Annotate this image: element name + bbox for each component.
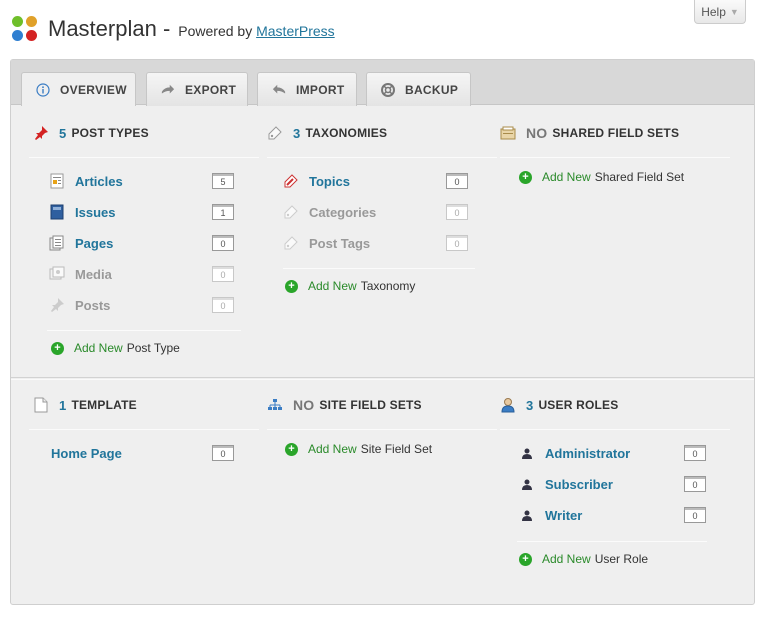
page-title: Masterplan - [48, 16, 171, 41]
tag-icon [283, 204, 299, 220]
pin-icon [49, 297, 65, 313]
tag-icon [283, 235, 299, 251]
taxonomies-heading: 3 TAXONOMIES [267, 125, 387, 141]
import-arrow-icon [272, 83, 286, 97]
template-page-icon [33, 397, 49, 413]
post-type-pages[interactable]: Pages [49, 233, 113, 253]
taxonomy-post-tags[interactable]: Post Tags [283, 233, 370, 253]
tab-export[interactable]: EXPORT [146, 72, 248, 106]
tab-overview[interactable]: OVERVIEW [21, 72, 136, 106]
lifebuoy-icon [381, 82, 395, 97]
divider [29, 429, 259, 430]
user-role-administrator[interactable]: Administrator [519, 443, 630, 463]
tag-icon [267, 125, 283, 141]
masterpress-logo-icon [12, 16, 38, 42]
count-badge: 0 [446, 173, 468, 189]
help-button[interactable]: Help ▼ [694, 0, 746, 24]
count-badge: 0 [684, 445, 706, 461]
user-silhouette-icon [519, 476, 535, 492]
count-badge: 0 [446, 204, 468, 220]
site-field-sets-heading: NO SITE FIELD SETS [267, 397, 422, 413]
user-silhouette-icon [519, 445, 535, 461]
add-new-taxonomy-link[interactable]: + Add New Taxonomy [285, 279, 415, 293]
shared-field-sets-heading: NO SHARED FIELD SETS [500, 125, 679, 141]
divider [283, 268, 475, 269]
post-type-posts[interactable]: Posts [49, 295, 110, 315]
tab-import[interactable]: IMPORT [257, 72, 357, 106]
book-icon [49, 204, 65, 220]
tab-bar: OVERVIEW EXPORT IMPORT BACKUP [11, 60, 754, 106]
divider [267, 429, 497, 430]
add-new-post-type-link[interactable]: + Add New Post Type [51, 341, 180, 355]
sitemap-icon [267, 397, 283, 413]
post-type-media[interactable]: Media [49, 264, 112, 284]
add-icon: + [285, 442, 298, 456]
count-badge: 0 [684, 507, 706, 523]
divider [500, 157, 730, 158]
add-icon: + [519, 552, 532, 566]
count-badge: 0 [212, 297, 234, 313]
tag-icon [283, 173, 299, 189]
add-new-site-field-set-link[interactable]: + Add New Site Field Set [285, 442, 432, 456]
article-icon [49, 173, 65, 189]
count-badge: 1 [212, 204, 234, 220]
add-icon: + [51, 341, 64, 355]
divider [47, 330, 241, 331]
caret-down-icon: ▼ [729, 6, 739, 17]
divider [517, 541, 707, 542]
export-arrow-icon [161, 83, 175, 97]
page-header: Masterplan - Powered by MasterPress [12, 14, 335, 44]
add-new-shared-field-set-link[interactable]: + Add New Shared Field Set [519, 170, 684, 184]
content-types-section: 5 POST TYPES Articles 5 Issues 1 Pages 0… [11, 105, 754, 378]
count-badge: 0 [684, 476, 706, 492]
divider [500, 429, 730, 430]
powered-by: Powered by MasterPress [178, 23, 335, 39]
tab-backup[interactable]: BACKUP [366, 72, 471, 106]
post-type-issues[interactable]: Issues [49, 202, 115, 222]
masterpress-link[interactable]: MasterPress [256, 23, 335, 39]
user-role-writer[interactable]: Writer [519, 505, 582, 525]
template-heading: 1 TEMPLATE [33, 397, 137, 413]
count-badge: 5 [212, 173, 234, 189]
count-badge: 0 [446, 235, 468, 251]
user-role-subscriber[interactable]: Subscriber [519, 474, 613, 494]
post-type-articles[interactable]: Articles [49, 171, 123, 191]
user-roles-heading: 3 USER ROLES [500, 397, 618, 413]
info-icon [36, 82, 50, 97]
media-icon [49, 266, 65, 282]
count-badge: 0 [212, 266, 234, 282]
field-set-icon [500, 125, 516, 141]
divider [267, 157, 497, 158]
add-icon: + [519, 170, 532, 184]
pushpin-icon [33, 125, 49, 141]
taxonomy-topics[interactable]: Topics [283, 171, 350, 191]
count-badge: 0 [212, 445, 234, 461]
add-icon: + [285, 279, 298, 293]
post-types-heading: 5 POST TYPES [33, 125, 149, 141]
masterplan-panel: OVERVIEW EXPORT IMPORT BACKUP 5 POST TYP… [10, 59, 755, 605]
user-icon [500, 397, 516, 413]
pages-icon [49, 235, 65, 251]
taxonomy-categories[interactable]: Categories [283, 202, 376, 222]
divider [29, 157, 259, 158]
user-silhouette-icon [519, 507, 535, 523]
count-badge: 0 [212, 235, 234, 251]
site-section: 1 TEMPLATE Home Page 0 NO SITE FIELD SET… [11, 379, 754, 604]
template-home-page[interactable]: Home Page [51, 443, 122, 463]
add-new-user-role-link[interactable]: + Add New User Role [519, 552, 648, 566]
